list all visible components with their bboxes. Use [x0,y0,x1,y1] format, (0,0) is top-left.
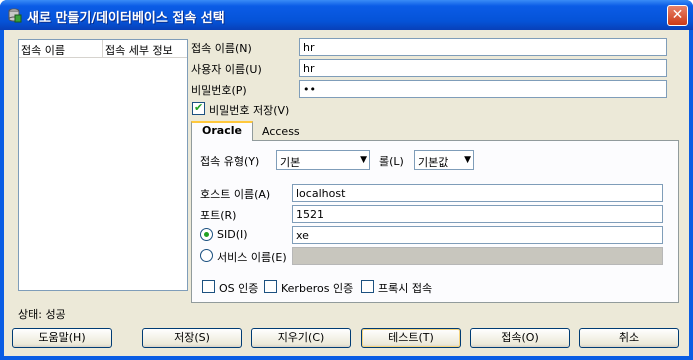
connect-button[interactable]: 접속(O) [470,328,570,348]
connection-list[interactable]: 접속 이름 접속 세부 정보 [18,39,188,291]
service-name-radio[interactable] [200,249,213,262]
status-text: 상태: 성공 [18,308,66,321]
tab-access[interactable]: Access [256,124,306,139]
password-label: 비밀번호(P) [191,84,247,97]
role-select[interactable]: 기본값 ▼ [414,150,474,170]
sid-radio[interactable] [200,228,213,241]
column-divider[interactable] [102,40,103,57]
service-name-input[interactable] [292,247,663,265]
tab-oracle[interactable]: Oracle [191,121,253,141]
kerberos-label[interactable]: Kerberos 인증 [281,280,353,296]
title-bar[interactable]: 새로 만들기/데이터베이스 접속 선택 ✕ [0,0,693,30]
role-label: 롤(L) [379,155,404,168]
test-button[interactable]: 테스트(T) [361,328,461,348]
connection-name-input[interactable]: hr [299,38,667,56]
connection-type-value: 기본 [280,156,301,169]
save-password-checkbox[interactable]: ✔ [192,101,205,115]
sid-label[interactable]: SID(I) [217,228,248,241]
proxy-label[interactable]: 프록시 접속 [378,280,432,296]
column-header-details[interactable]: 접속 세부 정보 [105,42,173,58]
save-password-label[interactable]: 비밀번호 저장(V) [209,102,289,118]
column-header-name[interactable]: 접속 이름 [21,42,65,58]
sid-input[interactable]: xe [292,226,663,244]
check-mark-icon: ✔ [194,101,204,114]
username-label: 사용자 이름(U) [191,63,262,76]
kerberos-checkbox[interactable] [264,280,277,293]
proxy-checkbox[interactable] [361,280,374,293]
connection-type-label: 접속 유형(Y) [200,155,260,168]
connection-name-label: 접속 이름(N) [191,42,252,55]
chevron-down-icon: ▼ [464,155,471,165]
username-input[interactable]: hr [299,59,667,77]
help-button[interactable]: 도움말(H) [12,328,112,348]
host-input[interactable]: localhost [292,184,663,202]
database-icon [8,8,22,23]
chevron-down-icon: ▼ [360,155,367,165]
window-title: 새로 만들기/데이터베이스 접속 선택 [27,11,225,26]
port-input[interactable]: 1521 [292,205,663,223]
dialog-body: 접속 이름 접속 세부 정보 접속 이름(N) hr 사용자 이름(U) hr … [4,30,689,356]
port-label: 포트(R) [200,209,237,222]
oracle-settings-panel: 접속 유형(Y) 기본 ▼ 롤(L) 기본값 ▼ 호스트 이름(A) local… [191,140,679,303]
service-name-label[interactable]: 서비스 이름(E) [217,249,287,265]
connection-type-select[interactable]: 기본 ▼ [276,150,370,170]
password-input[interactable]: •• [299,80,667,98]
close-button[interactable]: ✕ [667,5,688,26]
os-auth-checkbox[interactable] [202,280,215,293]
dialog-window: 새로 만들기/데이터베이스 접속 선택 ✕ 접속 이름 접속 세부 정보 접속 … [0,0,693,360]
save-button[interactable]: 저장(S) [142,328,242,348]
clear-button[interactable]: 지우기(C) [251,328,351,348]
os-auth-label[interactable]: OS 인증 [219,280,258,296]
role-value: 기본값 [418,156,449,169]
radio-dot [204,232,209,237]
cancel-button[interactable]: 취소 [579,328,679,348]
list-header: 접속 이름 접속 세부 정보 [19,40,187,58]
host-label: 호스트 이름(A) [200,188,271,201]
